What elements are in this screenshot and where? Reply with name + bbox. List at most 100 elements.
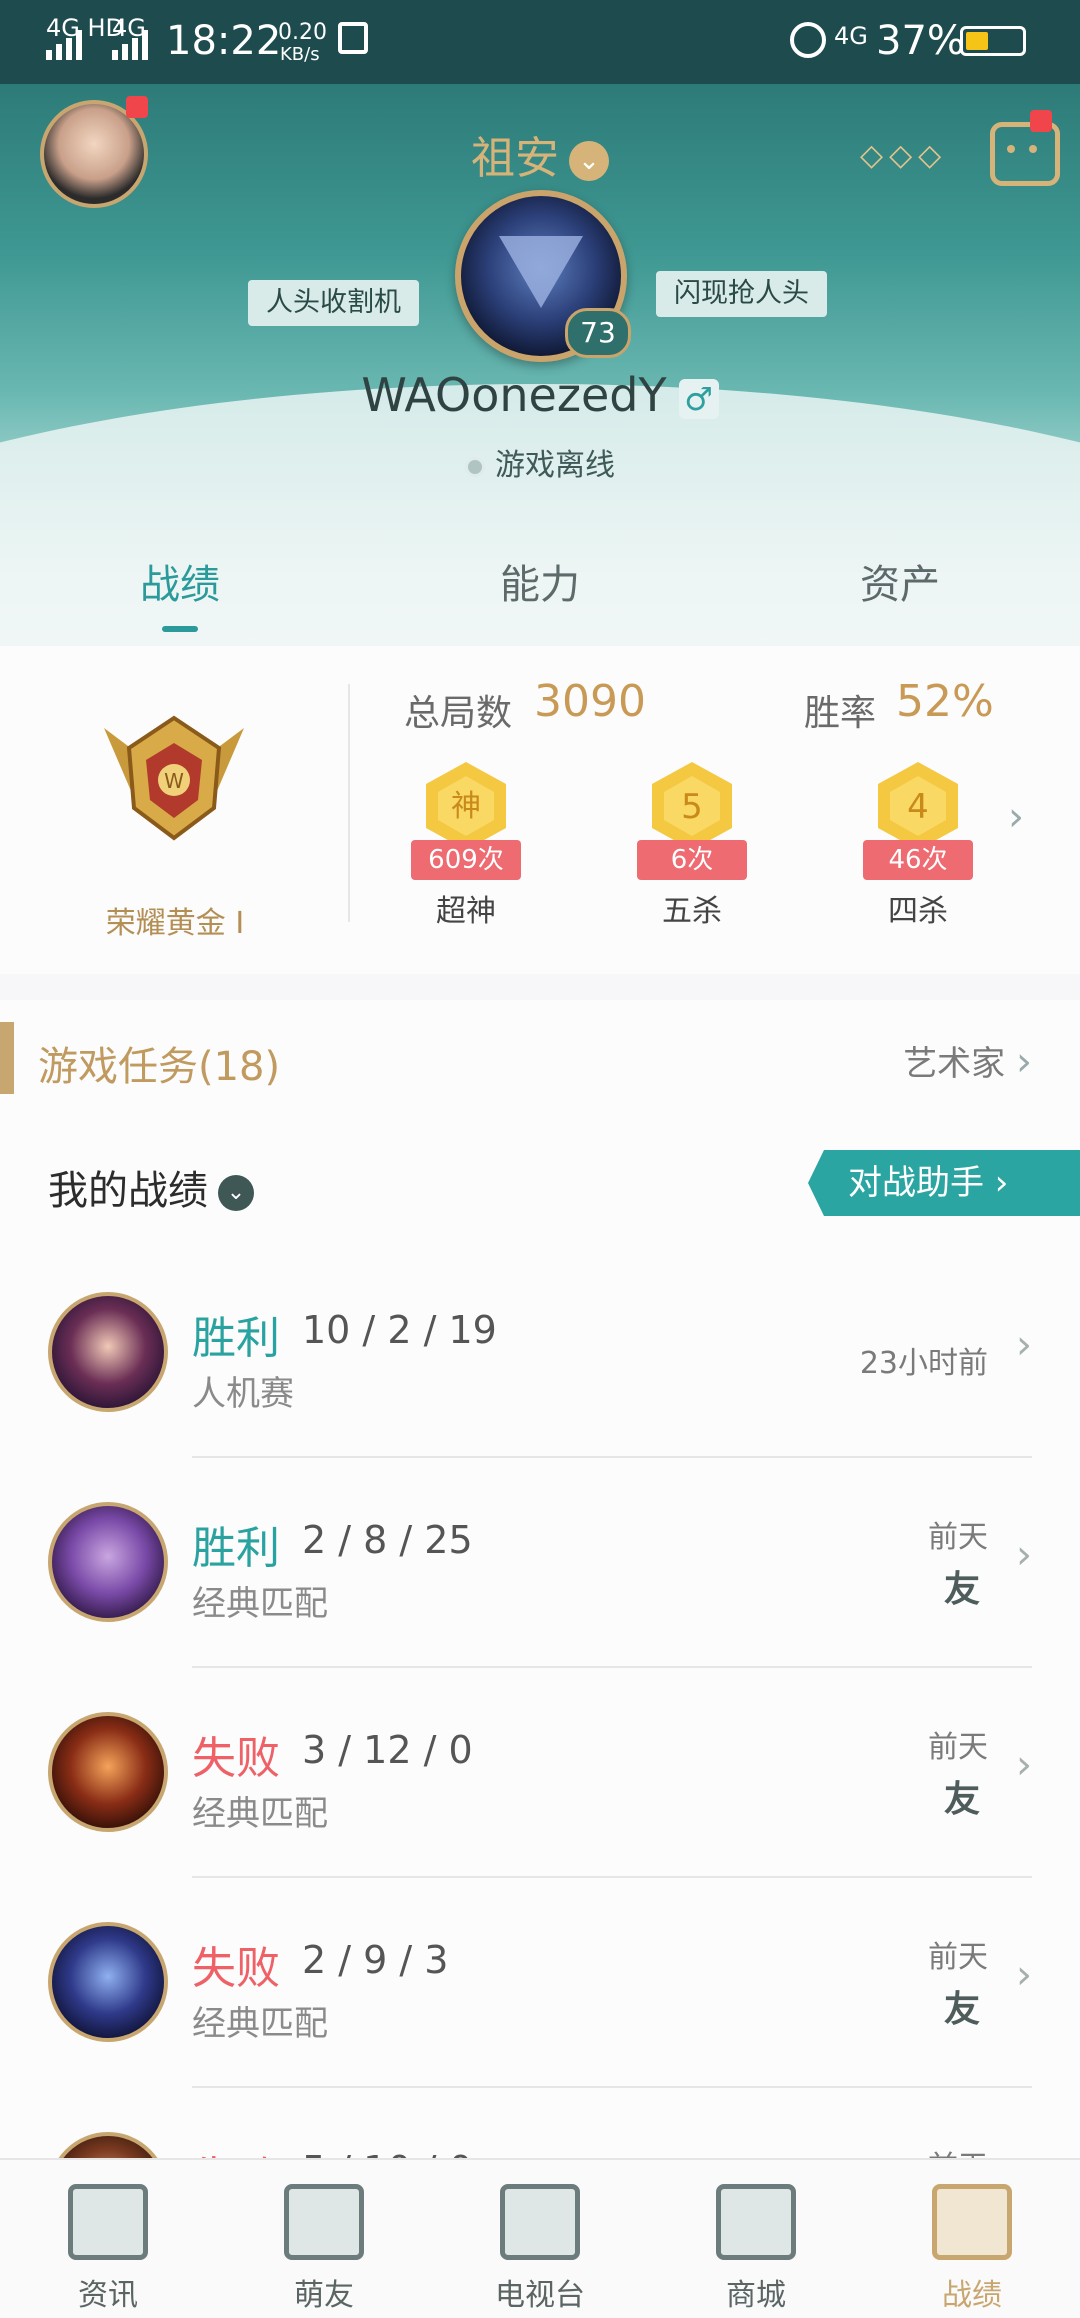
chevron-right-icon: ›	[1016, 1039, 1032, 1085]
medal-pentakill[interactable]: 5 6次 五杀	[622, 758, 762, 958]
tasks-right: 艺术家 ›	[903, 1039, 1032, 1085]
match-time: 前天	[928, 1730, 988, 1765]
chevron-down-icon: ⌄	[218, 1175, 254, 1211]
chevron-down-icon: ⌄	[569, 141, 609, 181]
clock: 18:22	[166, 18, 282, 64]
hero-avatar	[48, 1292, 168, 1412]
match-result: 胜利	[192, 1523, 280, 1574]
tv-icon	[500, 2184, 580, 2260]
nav-label: 商城	[726, 2278, 786, 2313]
chevron-right-icon: ›	[1016, 1322, 1032, 1368]
match-mode: 人机赛	[192, 1374, 294, 1414]
match-time: 前天	[928, 2142, 988, 2158]
match-mode: 经典匹配	[192, 2004, 328, 2044]
match-mode: 经典匹配	[192, 1794, 328, 1834]
godlike-count: 609次	[411, 840, 521, 880]
match-result: 胜利	[192, 1313, 280, 1364]
online-status: 游戏离线	[0, 440, 1080, 484]
nav-shop[interactable]: 商城	[648, 2160, 864, 2318]
nav-news[interactable]: 资讯	[0, 2160, 216, 2318]
friend-icon: 友	[943, 1569, 980, 1610]
list-item[interactable]: 胜利 2 / 8 / 25 经典匹配 前天 友 ›	[0, 1458, 1080, 1668]
profile-title-text: 祖安	[471, 133, 559, 184]
divider	[348, 684, 350, 922]
match-list: 胜利 10 / 2 / 19 人机赛 23小时前 › 胜利 2 / 8 / 25…	[0, 1248, 1080, 2158]
network-indicator-3: 4G	[834, 22, 868, 50]
title-tag-right[interactable]: 闪现抢人头	[656, 271, 827, 317]
nav-label: 资讯	[78, 2278, 138, 2313]
winrate-label: 胜率	[804, 693, 877, 734]
book-icon	[68, 2184, 148, 2260]
signal-icon	[46, 22, 82, 60]
match-time: 23小时前	[859, 1346, 988, 1381]
medal-quadrakill[interactable]: 4 46次 四杀	[848, 758, 988, 958]
profile-tabs: 战绩 能力 资产	[0, 552, 1080, 646]
screenshot-icon	[338, 22, 368, 54]
rank-name: 荣耀黄金 I	[105, 906, 245, 941]
medal-godlike[interactable]: 神 609次 超神	[396, 758, 536, 958]
winrate-value: 52%	[896, 676, 994, 727]
gold-rank-badge-icon: W	[104, 715, 244, 841]
match-result: 失败	[192, 1943, 280, 1994]
hero-avatar	[48, 1922, 168, 2042]
tasks-title: 游戏任务(18)	[38, 1044, 281, 1090]
match-result: 失败	[192, 1733, 280, 1784]
chat-heart-icon	[284, 2184, 364, 2260]
chat-notification-dot	[1030, 110, 1052, 132]
my-records-header: 我的战绩 ⌄ 对战助手 ›	[0, 1118, 1080, 1248]
list-item[interactable]: 失败 3 / 12 / 0 经典匹配 前天 友 ›	[0, 1668, 1080, 1878]
hero-avatar	[48, 2132, 168, 2158]
alarm-icon	[790, 22, 826, 58]
status-dot-icon	[465, 456, 485, 477]
list-item[interactable]: 失败 2 / 9 / 3 经典匹配 前天 友 ›	[0, 1878, 1080, 2088]
battery-percent: 37%	[876, 18, 965, 64]
shop-icon	[716, 2184, 796, 2260]
nav-label: 萌友	[294, 2278, 354, 2313]
tab-assets[interactable]: 资产	[780, 552, 1020, 610]
quadrakill-label: 四杀	[888, 894, 948, 929]
hero-avatar	[48, 1712, 168, 1832]
title-tag-left[interactable]: 人头收割机	[248, 280, 419, 326]
match-time: 前天	[928, 1940, 988, 1975]
match-time: 前天	[928, 1520, 988, 1555]
pentakill-count: 6次	[637, 840, 747, 880]
quadrakill-count: 46次	[863, 840, 973, 880]
section-accent-bar	[0, 1022, 14, 1094]
svg-text:4: 4	[907, 787, 929, 827]
match-kda: 2 / 8 / 25	[302, 1518, 473, 1562]
battle-assistant-button[interactable]: 对战助手 ›	[808, 1150, 1080, 1216]
tab-records[interactable]: 战绩	[60, 552, 300, 632]
tab-ability[interactable]: 能力	[420, 552, 660, 610]
bottom-nav: 资讯 萌友 电视台 商城 战绩	[0, 2158, 1080, 2318]
signal-icon-2	[112, 22, 148, 60]
list-item[interactable]: 胜利 10 / 2 / 19 人机赛 23小时前 ›	[0, 1248, 1080, 1458]
username: WAOonezedY ♂	[0, 368, 1080, 422]
my-records-title[interactable]: 我的战绩 ⌄	[48, 1158, 254, 1216]
chevron-right-icon: ›	[1016, 1742, 1032, 1788]
record-icon	[932, 2184, 1012, 2260]
friend-icon: 友	[943, 1779, 980, 1820]
nav-tv[interactable]: 电视台	[432, 2160, 648, 2318]
svg-text:5: 5	[681, 787, 703, 827]
list-item[interactable]: 失败 5 / 10 / 0 前天	[0, 2088, 1080, 2158]
more-options-icon[interactable]: ◇◇◇	[860, 138, 947, 173]
nav-label: 战绩	[942, 2278, 1002, 2313]
game-tasks-row[interactable]: 游戏任务(18) 艺术家 ›	[0, 1000, 1080, 1120]
stats-card[interactable]: W 荣耀黄金 I 总局数 3090 胜率 52% 神 609次 超神 5 6次 …	[0, 646, 1080, 974]
hero-avatar	[48, 1502, 168, 1622]
match-result: 失败	[192, 2142, 280, 2158]
online-status-text: 游戏离线	[495, 448, 615, 483]
match-kda: 2 / 9 / 3	[302, 1938, 449, 1982]
svg-text:W: W	[164, 769, 184, 793]
match-kda: 10 / 2 / 19	[302, 1308, 497, 1352]
username-text: WAOonezedY	[361, 368, 667, 422]
net-speed-unit: KB/s	[280, 44, 320, 65]
battery-fill	[966, 32, 989, 50]
chevron-right-icon: ›	[1016, 1952, 1032, 1998]
level-badge: 73	[565, 308, 631, 358]
chevron-right-icon[interactable]: ›	[1008, 794, 1024, 840]
battery-icon	[960, 26, 1026, 56]
nav-records[interactable]: 战绩	[864, 2160, 1080, 2318]
match-kda: 3 / 12 / 0	[302, 1728, 473, 1772]
nav-friends[interactable]: 萌友	[216, 2160, 432, 2318]
